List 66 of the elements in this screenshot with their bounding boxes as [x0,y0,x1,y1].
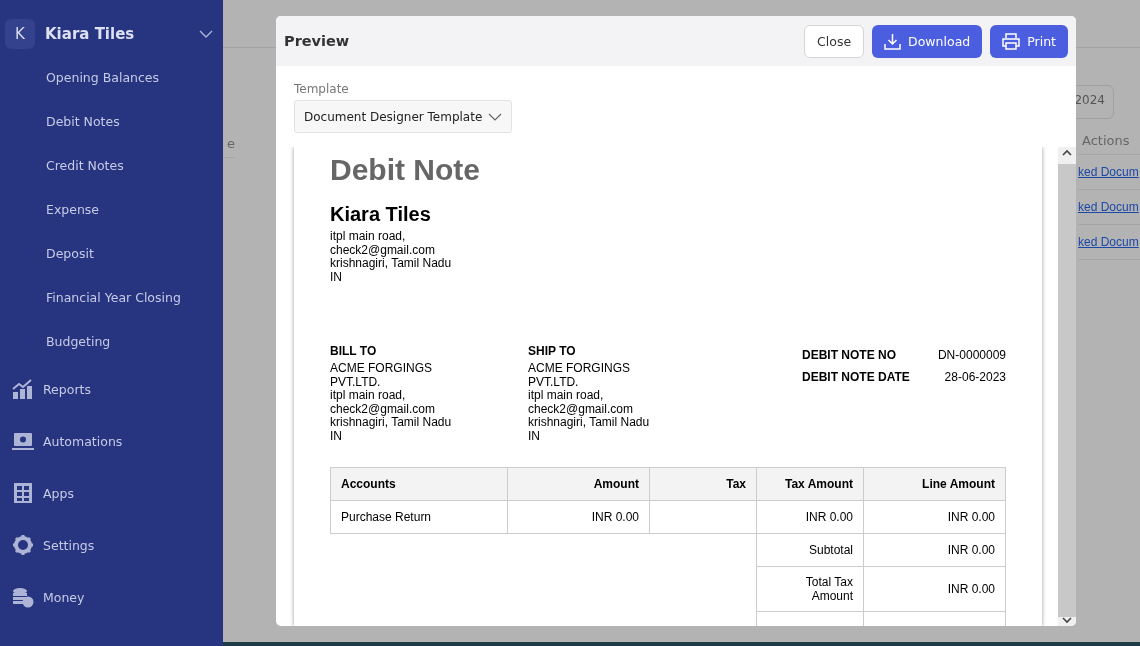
column-header: Tax [649,467,757,501]
org-switcher[interactable]: K Kiara Tiles [0,0,223,55]
field-label: Template [294,82,350,96]
coins-icon [12,586,34,608]
dialog-title: Preview [284,33,350,49]
field-label: DEBIT NOTE DATE [802,370,910,384]
scrollbar[interactable] [1058,147,1076,626]
sidebar-label: Apps [43,485,74,501]
chart-icon [12,378,34,400]
monitor-icon [12,430,34,452]
sidebar-label: Automations [43,433,123,449]
printer-icon [1002,32,1021,50]
sidebar-item[interactable]: Credit Notes [0,143,223,187]
column-header: e [223,128,235,158]
grid-icon [12,482,34,504]
sidebar-item[interactable]: Budgeting [0,319,223,363]
field-label: DEBIT NOTE NO [802,348,896,362]
org-avatar: K [5,19,35,49]
download-button[interactable]: Download [872,24,983,58]
table-cell: INR 0.00 [863,500,1006,534]
document-title: Debit Note [330,153,481,187]
column-header: Tax Amount [756,467,864,501]
download-icon [884,32,902,50]
section-heading: SHIP TO [528,344,577,358]
total-label: Subtotal [756,533,864,567]
sidebar-item[interactable]: Debit Notes [0,99,223,143]
sidebar-item[interactable]: Settings [0,519,223,571]
template-dropdown[interactable]: Document Designer Template [294,100,512,133]
chevron-down-icon [488,112,502,121]
org-name: Kiara Tiles [45,25,136,43]
section-heading: BILL TO [330,344,378,358]
table-cell: INR 0.00 [507,500,650,534]
sidebar-item[interactable]: Apps [0,467,223,519]
sidebar-item[interactable]: Money [0,571,223,623]
sidebar-item[interactable]: Reports [0,363,223,415]
column-header: Actions [1078,125,1140,155]
total-value: INR 0.00 [863,533,1006,567]
gear-icon [12,534,34,556]
sidebar-item[interactable]: Financial Year Closing [0,275,223,319]
shipping-address: ACME FORGINGS PVT.LTD. itpl main road, check2@gmail.com krishnagiri, Tamil Nadu IN [528,362,651,443]
table-cell: Purchase Return [330,500,508,534]
company-address: itpl main road, check2@gmail.com krishnagiri, Tamil Nadu IN [330,230,453,284]
billing-address: ACME FORGINGS PVT.LTD. itpl main road, check2@gmail.com krishnagiri, Tamil Nadu IN [330,362,453,443]
scroll-up-icon [1062,149,1072,156]
sidebar-label: Money [43,589,85,605]
column-header: Accounts [330,467,508,501]
sidebar-item[interactable]: Automations [0,415,223,467]
total-label: Total Tax Amount [756,566,864,612]
sidebar-item[interactable]: Deposit [0,231,223,275]
table-cell: INR 0.00 [756,500,864,534]
sidebar-item[interactable]: Opening Balances [0,55,223,99]
field-value: DN-0000009 [937,348,1006,362]
document-link[interactable]: ked Docum [1078,155,1140,190]
print-button[interactable]: Print [990,24,1068,58]
sidebar-label: Reports [43,381,91,397]
total-value: INR 0.00 [863,566,1006,612]
company-name: Kiara Tiles [330,203,432,226]
sidebar-label: Settings [43,537,95,553]
close-button[interactable]: Close [804,24,865,58]
document-link[interactable]: ked Docum [1078,225,1140,260]
document-link[interactable]: ked Docum [1078,190,1140,225]
field-value: 28-06-2023 [944,370,1006,384]
column-header: Amount [507,467,650,501]
scroll-down-icon [1062,617,1072,624]
sidebar-item[interactable]: Expense [0,187,223,231]
column-header: Line Amount [863,467,1006,501]
